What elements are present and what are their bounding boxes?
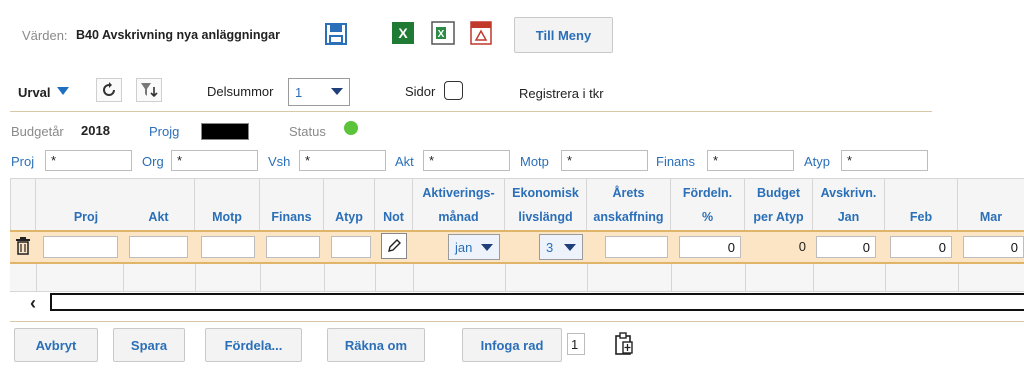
column-header-anskaffning[interactable]: Årets anskaffning [587, 178, 671, 230]
chevron-down-icon [564, 244, 576, 251]
trash-icon[interactable] [14, 235, 32, 257]
column-header-livslangd[interactable]: Ekonomisk livslängd [505, 178, 587, 230]
cell-budget-per-atyp: 0 [798, 239, 806, 254]
divider [10, 111, 932, 112]
urval-dropdown-icon[interactable] [57, 87, 69, 95]
horizontal-scrollbar[interactable] [50, 293, 1024, 311]
cell-finans-input[interactable] [266, 236, 320, 258]
urval-label[interactable]: Urval [18, 85, 51, 100]
divider [10, 321, 1024, 322]
cell-atyp-input[interactable] [331, 236, 371, 258]
status-indicator [344, 121, 358, 135]
cell-anskaffning-input[interactable] [605, 236, 668, 258]
pdf-icon[interactable] [468, 20, 494, 46]
delsummor-select[interactable]: 1 [288, 78, 350, 106]
paste-icon[interactable] [611, 331, 637, 357]
table-row-empty [10, 264, 1024, 292]
refresh-icon[interactable] [96, 78, 122, 102]
filter-proj-label: Proj [11, 154, 35, 169]
activation-month-select[interactable]: jan [448, 234, 500, 260]
column-header-proj[interactable]: Proj [36, 178, 137, 230]
menu-button[interactable]: Till Meny [514, 17, 613, 53]
projg-label: Projg [149, 124, 180, 139]
column-header-not[interactable]: Not [375, 178, 413, 230]
value-label: Värden: [22, 28, 68, 43]
column-header-motp[interactable]: Motp [195, 178, 260, 230]
distribute-button[interactable]: Fördela... [205, 328, 302, 362]
column-header-finans[interactable]: Finans [260, 178, 324, 230]
cell-akt-input[interactable] [129, 236, 188, 258]
cancel-button[interactable]: Avbryt [14, 328, 98, 362]
sidor-label: Sidor [405, 84, 436, 99]
lifetime-value: 3 [546, 239, 554, 255]
cell-proj-input[interactable] [43, 236, 118, 258]
filter-org-input[interactable] [171, 150, 258, 171]
register-tkr-label[interactable]: Registrera i tkr [519, 86, 604, 101]
column-header-mar[interactable]: Mar [958, 178, 1024, 230]
excel-export-icon[interactable]: X [430, 20, 456, 46]
column-header-jan[interactable]: Avskrivn. Jan [813, 178, 885, 230]
column-header-fordeln[interactable]: Fördeln.% [671, 178, 745, 230]
value-title: B40 Avskrivning nya anläggningar [76, 28, 280, 42]
filter-motp-input[interactable] [561, 150, 648, 171]
filter-finans-label: Finans [656, 154, 696, 169]
save-icon[interactable] [324, 22, 348, 46]
chevron-down-icon [331, 88, 343, 95]
budget-grid: Proj Akt Motp Finans Atyp Not Aktivering… [10, 178, 1024, 318]
insert-row-count[interactable]: 1 [567, 333, 585, 355]
delsummor-label: Delsummor [207, 84, 274, 99]
scroll-left-icon[interactable]: ‹ [30, 294, 50, 312]
filter-vsh-label: Vsh [268, 154, 291, 169]
filter-akt-input[interactable] [423, 150, 510, 171]
chevron-down-icon [481, 244, 493, 251]
sidor-checkbox[interactable] [444, 81, 463, 100]
cell-feb-input[interactable] [890, 236, 952, 258]
column-header-akt[interactable]: Akt [123, 178, 195, 230]
lifetime-select[interactable]: 3 [539, 234, 583, 260]
column-header-budget-per-atyp[interactable]: Budget per Atyp [745, 178, 813, 230]
filter-akt-label: Akt [395, 154, 414, 169]
cell-fordeln-input[interactable] [679, 236, 741, 258]
column-header-aktiveringsmanad[interactable]: Aktiverings-månad [413, 178, 505, 230]
filter-atyp-label: Atyp [804, 154, 831, 169]
svg-text:X: X [398, 25, 408, 41]
delsummor-value: 1 [295, 84, 303, 100]
filter-sort-icon[interactable] [136, 78, 162, 102]
column-header-select [10, 178, 36, 230]
excel-icon[interactable]: X [390, 20, 416, 46]
filter-org-label: Org [142, 154, 164, 169]
insert-row-button[interactable]: Infoga rad [462, 328, 562, 362]
budget-year-value: 2018 [81, 123, 110, 138]
column-header-atyp[interactable]: Atyp [324, 178, 375, 230]
filter-proj-input[interactable] [45, 150, 132, 171]
filter-atyp-input[interactable] [841, 150, 928, 171]
note-edit-icon[interactable] [381, 233, 407, 259]
filter-finans-input[interactable] [707, 150, 794, 171]
projg-field[interactable] [201, 123, 249, 140]
cell-jan-input[interactable] [816, 236, 876, 258]
filter-motp-label: Motp [520, 154, 549, 169]
cell-motp-input[interactable] [201, 236, 255, 258]
save-button[interactable]: Spara [113, 328, 185, 362]
filter-vsh-input[interactable] [299, 150, 386, 171]
cell-mar-input[interactable] [963, 236, 1024, 258]
budget-year-label: Budgetår [11, 124, 64, 139]
svg-text:X: X [438, 29, 445, 40]
status-label: Status [289, 124, 326, 139]
recalculate-button[interactable]: Räkna om [327, 328, 425, 362]
column-header-feb[interactable]: Feb [885, 178, 958, 230]
activation-month-value: jan [455, 239, 473, 255]
